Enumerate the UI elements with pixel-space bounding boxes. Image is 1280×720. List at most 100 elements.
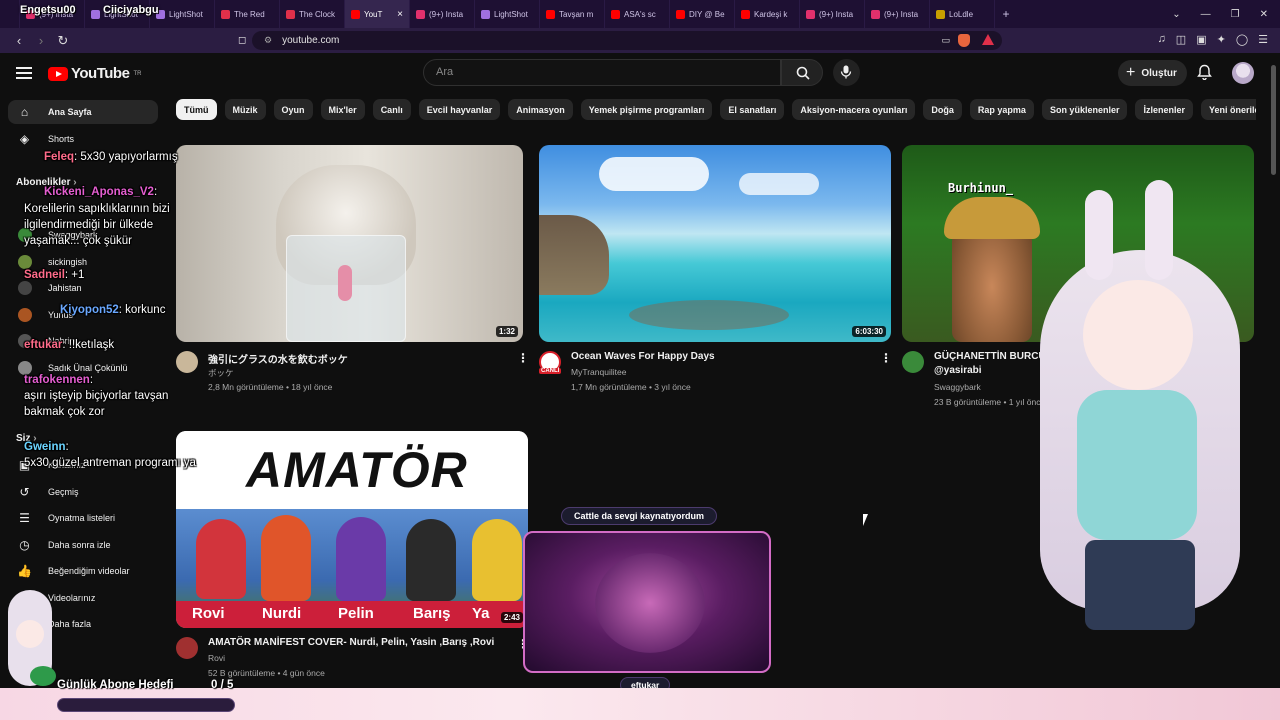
sidebar-item[interactable]: ↺ Geçmiş (8, 480, 158, 504)
sidebar-item[interactable]: ☰ Oynatma listeleri (8, 506, 158, 530)
chat-message: aşırı işteyip biçiyorlar tavşan (24, 390, 168, 402)
chat-username: Sadneil (24, 269, 65, 281)
browser-tab[interactable]: LightShot (150, 0, 215, 28)
video-thumbnail[interactable]: AMATÖR Rovi Nurdi Pelin Barış Ya 2:43 (176, 431, 528, 628)
cast-icon[interactable]: ▭ (941, 35, 950, 46)
mini-avatar (2, 580, 58, 688)
url-field[interactable]: ◻ ⚙ youtube.com ▭ ☆ (238, 31, 1002, 50)
channel-avatar[interactable] (902, 351, 924, 373)
browser-tab[interactable]: (9+) Insta (800, 0, 865, 28)
browser-tab[interactable]: LightShot (475, 0, 540, 28)
category-chip[interactable]: Müzik (224, 99, 266, 120)
channel-avatar[interactable] (176, 637, 198, 659)
video-thumbnail[interactable]: 1:32 (176, 145, 523, 342)
video-title-line2[interactable]: @yasirabi (934, 365, 982, 376)
video-card[interactable]: 6:03:30 CANLI Ocean Waves For Happy Days… (539, 145, 892, 395)
chat-username: Kiyopon52 (60, 304, 119, 316)
tab-close-icon[interactable]: × (397, 9, 403, 20)
category-chip[interactable]: Yeni öneriler (1200, 99, 1256, 120)
channel-name[interactable]: Rovi (208, 653, 225, 663)
minimize-icon[interactable]: — (1201, 9, 1211, 20)
browser-tab[interactable]: (9+) Insta (410, 0, 475, 28)
channel-name[interactable]: Swaggybark (934, 382, 981, 392)
youtube-logo[interactable]: YouTube TR (48, 65, 141, 82)
tab-favicon-icon (91, 9, 100, 19)
category-chip[interactable]: Doğa (923, 99, 962, 120)
playlist-icon: ☰ (19, 511, 30, 525)
create-button[interactable]: + Oluştur (1118, 60, 1187, 86)
menu-icon[interactable]: ☰ (1258, 33, 1268, 46)
channel-name[interactable]: MyTranquilitee (571, 367, 626, 377)
tab-label: LoLdle (949, 9, 974, 19)
sidebar-item[interactable]: ⌂ Ana Sayfa (8, 100, 158, 124)
category-chip[interactable]: Canlı (372, 99, 411, 120)
category-chip[interactable]: Oyun (273, 99, 313, 120)
category-chip[interactable]: İzlenenler (1135, 99, 1193, 120)
channel-name[interactable]: ボッケ (208, 367, 234, 379)
category-chip[interactable]: Son yüklenenler (1041, 99, 1128, 120)
browser-tab[interactable]: The Red (215, 0, 280, 28)
browser-tab[interactable]: ASA's sc (605, 0, 670, 28)
sidebar-item[interactable]: ◈ Shorts (8, 127, 158, 151)
video-card[interactable]: 1:32 強引にグラスの水を飲むボッケ ボッケ 2,8 Mn görüntüle… (176, 145, 529, 395)
music-icon[interactable]: ♫ (1158, 33, 1166, 46)
back-icon[interactable]: ‹ (8, 33, 30, 48)
browser-tab[interactable]: DIY @ Be (670, 0, 735, 28)
category-chip[interactable]: El sanatları (720, 99, 785, 120)
category-chip[interactable]: Tümü (176, 99, 217, 120)
voice-search-button[interactable] (833, 59, 860, 86)
video-title[interactable]: Ocean Waves For Happy Days (571, 351, 715, 362)
account-avatar[interactable] (1232, 62, 1254, 84)
video-title[interactable]: AMATÖR MANİFEST COVER- Nurdi, Pelin, Yas… (208, 637, 494, 648)
more-options-icon[interactable]: ⋮ (517, 351, 529, 365)
reload-icon[interactable]: ↻ (52, 33, 74, 49)
page-scrollbar[interactable] (1271, 65, 1276, 175)
maximize-icon[interactable]: ❐ (1231, 9, 1240, 20)
search-button[interactable] (781, 59, 823, 86)
bunny-ear-left (1085, 190, 1113, 280)
category-chip[interactable]: Animasyon (508, 99, 573, 120)
sub-goal-label: Günlük Abone Hedefi (57, 679, 174, 691)
sub-goal-count: 0 / 5 (211, 679, 234, 691)
channel-avatar[interactable] (176, 351, 198, 373)
category-chip[interactable]: Mix'ler (320, 99, 365, 120)
brave-rewards-icon[interactable] (982, 34, 994, 45)
sidebar-icon[interactable]: ◫ (1176, 33, 1186, 46)
sidebar-item[interactable]: ◷ Daha sonra izle (8, 533, 158, 557)
subscription-avatar-wrap (17, 254, 32, 269)
hamburger-menu-icon[interactable] (16, 67, 32, 82)
forward-icon[interactable]: › (30, 33, 52, 48)
browser-tab[interactable]: (9+) Insta (865, 0, 930, 28)
browser-tab[interactable]: Tavşan m (540, 0, 605, 28)
browser-tab[interactable]: Kardeşi k (735, 0, 800, 28)
more-options-icon[interactable]: ⋮ (880, 351, 892, 365)
close-window-icon[interactable]: ✕ (1260, 9, 1268, 20)
category-chip[interactable]: Aksiyon-macera oyunları (792, 99, 916, 120)
site-info-icon[interactable]: ⚙ (264, 35, 272, 46)
tongue-shape (338, 265, 352, 301)
wallet-icon[interactable]: ▣ (1196, 33, 1206, 46)
new-tab-button[interactable]: + (995, 7, 1017, 21)
brave-shield-icon[interactable] (958, 34, 970, 47)
tab-label: (9+) Insta (429, 9, 464, 19)
chat-text: : +1 (64, 269, 85, 281)
bookmark-icon[interactable]: ◻ (238, 35, 246, 46)
category-chip[interactable]: Yemek pişirme programları (580, 99, 713, 120)
browser-tab[interactable]: The Clock (280, 0, 345, 28)
search-input[interactable]: Ara (423, 59, 781, 86)
vpn-icon[interactable]: ◯ (1236, 33, 1248, 46)
person-shape (196, 519, 246, 599)
category-chip[interactable]: Evcil hayvanlar (418, 99, 501, 120)
video-thumbnail[interactable]: 6:03:30 (539, 145, 891, 342)
tab-list-icon[interactable]: ⌄ (1172, 9, 1180, 20)
thumbnail-name: Barış (413, 605, 451, 622)
sidebar-item-label: Geçmiş (48, 486, 79, 497)
video-title[interactable]: 強引にグラスの水を飲むボッケ (208, 351, 348, 366)
browser-tab[interactable]: YouT × (345, 0, 410, 28)
browser-tab[interactable]: LoLdle (930, 0, 995, 28)
category-chip[interactable]: Rap yapma (969, 99, 1034, 120)
sparkle-icon[interactable]: ✦ (1217, 33, 1226, 46)
video-card[interactable]: AMATÖR Rovi Nurdi Pelin Barış Ya 2:43 AM… (176, 431, 529, 681)
tab-favicon-icon (221, 9, 230, 19)
notifications-bell-icon[interactable] (1197, 64, 1212, 80)
